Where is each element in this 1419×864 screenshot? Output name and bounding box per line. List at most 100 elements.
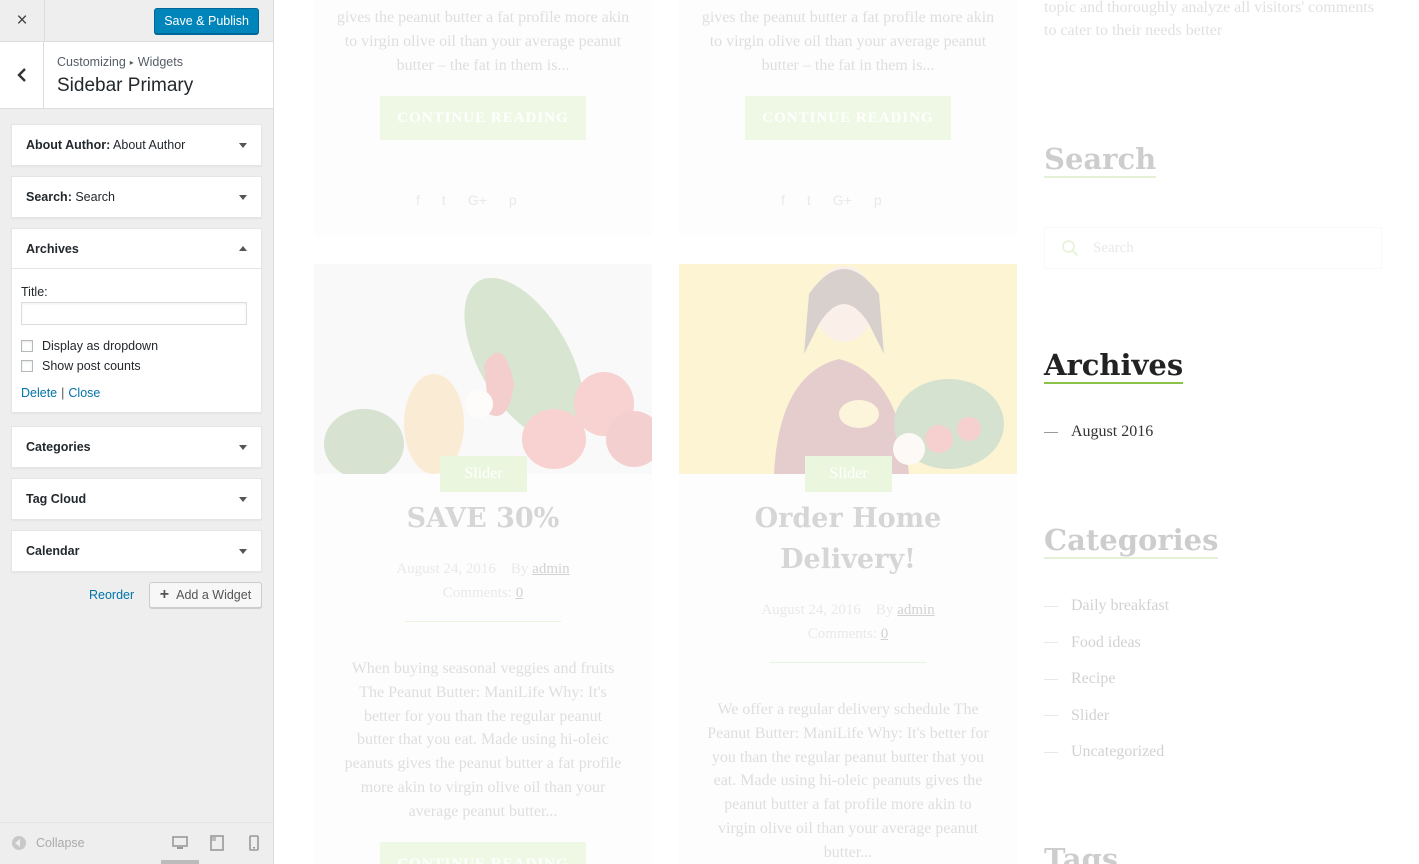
vegetables-image	[314, 264, 652, 474]
widget-name: Archives	[26, 241, 79, 256]
post-excerpt: When buying seasonal veggies and fruits …	[344, 660, 622, 820]
expand-arrow-icon[interactable]	[239, 496, 247, 502]
expand-arrow-icon[interactable]	[239, 194, 247, 200]
google-plus-icon[interactable]: G+	[468, 192, 487, 208]
breadcrumb: Customizing ▸ Widgets	[57, 55, 183, 69]
list-dash	[1044, 751, 1058, 753]
archive-link[interactable]: August 2016	[1071, 423, 1153, 441]
category-item[interactable]: Food ideas	[1044, 625, 1169, 662]
category-item[interactable]: Uncategorized	[1044, 734, 1169, 771]
reorder-link[interactable]: Reorder	[89, 588, 134, 602]
pinterest-icon[interactable]: p	[509, 192, 517, 208]
delete-link[interactable]: Delete	[21, 386, 57, 400]
add-widget-button[interactable]: + Add a Widget	[149, 582, 262, 608]
category-badge[interactable]: Slider	[805, 456, 892, 492]
post-image-vegetables[interactable]	[314, 264, 652, 474]
dropdown-checkbox[interactable]	[21, 340, 33, 352]
continue-reading-button[interactable]: CONTINUE READING	[380, 842, 586, 864]
widget-about-author[interactable]: About Author: About Author	[11, 124, 262, 166]
facebook-icon[interactable]: f	[781, 192, 785, 208]
continue-reading-button[interactable]: CONTINUE READING	[745, 96, 951, 140]
tags-widget-title: Tags	[1044, 842, 1119, 864]
close-customizer-button[interactable]: ×	[0, 0, 45, 42]
post-excerpt: gives the peanut butter a fat profile mo…	[701, 9, 995, 74]
author-link[interactable]: admin	[532, 561, 570, 577]
category-link[interactable]: Recipe	[1071, 670, 1115, 688]
category-link[interactable]: Uncategorized	[1071, 743, 1164, 761]
comments-count[interactable]: 0	[516, 585, 524, 601]
title-label: Title:	[21, 285, 48, 299]
comments-label: Comments:	[442, 585, 512, 601]
section-title: Sidebar Primary	[57, 75, 194, 96]
category-item[interactable]: Slider	[1044, 698, 1169, 735]
twitter-icon[interactable]: t	[442, 192, 446, 208]
add-widget-label: Add a Widget	[176, 588, 252, 602]
facebook-icon[interactable]: f	[416, 192, 420, 208]
continue-reading-button[interactable]: CONTINUE READING	[380, 96, 586, 140]
expand-arrow-icon[interactable]	[239, 548, 247, 554]
post-counts-checkbox[interactable]	[21, 360, 33, 372]
search-input[interactable]: Search	[1044, 227, 1382, 269]
categories-widget-title: Categories	[1044, 523, 1219, 559]
post-date: August 24, 2016	[396, 561, 496, 577]
author-link[interactable]: admin	[897, 602, 935, 618]
back-button[interactable]	[0, 42, 44, 108]
comments-count[interactable]: 0	[881, 626, 889, 642]
collapse-arrow-icon	[12, 836, 26, 850]
post-image-delivery[interactable]	[679, 264, 1017, 474]
close-link[interactable]: Close	[68, 386, 100, 400]
woman-groceries-image	[679, 264, 1017, 474]
twitter-icon[interactable]: t	[807, 192, 811, 208]
collapse-label: Collapse	[36, 836, 85, 850]
post-excerpt: gives the peanut butter a fat profile mo…	[336, 9, 630, 74]
tablet-icon[interactable]	[209, 835, 225, 851]
separator: |	[61, 386, 65, 400]
widget-tag-cloud[interactable]: Tag Cloud	[11, 478, 262, 520]
post-excerpt: We offer a regular delivery schedule The…	[707, 701, 989, 861]
save-publish-button[interactable]: Save & Publish	[154, 8, 259, 34]
category-badge[interactable]: Slider	[440, 456, 527, 492]
post-title[interactable]: Order Home Delivery!	[695, 498, 1001, 580]
widget-archives-header[interactable]: Archives	[12, 229, 261, 269]
widget-name: Tag Cloud	[26, 492, 87, 506]
category-item[interactable]: Recipe	[1044, 661, 1169, 698]
site-preview: gives the peanut butter a fat profile mo…	[274, 0, 1419, 864]
category-item[interactable]: Daily breakfast	[1044, 588, 1169, 625]
widget-archives: Archives Title: Display as dropdown Show…	[11, 228, 262, 413]
collapse-button[interactable]: Collapse	[12, 836, 85, 850]
widget-categories[interactable]: Categories	[11, 426, 262, 468]
expand-arrow-icon[interactable]	[239, 142, 247, 148]
widget-actions: Delete | Close	[21, 386, 252, 400]
customizer-header: × Save & Publish	[0, 0, 273, 42]
widget-search[interactable]: Search: Search	[11, 176, 262, 218]
widget-subtitle: Search	[75, 190, 115, 204]
desktop-icon[interactable]	[172, 835, 188, 851]
widget-calendar[interactable]: Calendar	[11, 530, 262, 572]
archives-widget-title: Archives	[1044, 348, 1184, 384]
social-share: f t G+ p	[781, 192, 882, 208]
widget-title-text: Archives	[1044, 348, 1184, 384]
chevron-left-icon	[16, 68, 26, 82]
comments-label: Comments:	[807, 626, 877, 642]
plus-icon: +	[159, 586, 170, 603]
divider	[405, 621, 561, 622]
category-link[interactable]: Daily breakfast	[1071, 597, 1169, 615]
post-title[interactable]: SAVE 30%	[330, 498, 636, 539]
category-link[interactable]: Slider	[1071, 707, 1109, 725]
archive-item[interactable]: August 2016	[1044, 414, 1153, 451]
list-dash	[1044, 642, 1058, 644]
title-input[interactable]	[21, 302, 247, 325]
expand-arrow-icon[interactable]	[239, 444, 247, 450]
pinterest-icon[interactable]: p	[874, 192, 882, 208]
collapse-arrow-icon[interactable]	[239, 246, 247, 251]
social-share: f t G+ p	[416, 192, 517, 208]
search-placeholder: Search	[1093, 239, 1134, 256]
archives-form: Title: Display as dropdown Show post cou…	[12, 269, 261, 412]
mobile-icon[interactable]	[246, 835, 262, 851]
categories-list: Daily breakfast Food ideas Recipe Slider…	[1044, 588, 1169, 771]
widget-name: Calendar	[26, 544, 80, 558]
by-label: By	[875, 602, 894, 618]
category-link[interactable]: Food ideas	[1071, 634, 1141, 652]
widget-name: Categories	[26, 440, 91, 454]
google-plus-icon[interactable]: G+	[833, 192, 852, 208]
